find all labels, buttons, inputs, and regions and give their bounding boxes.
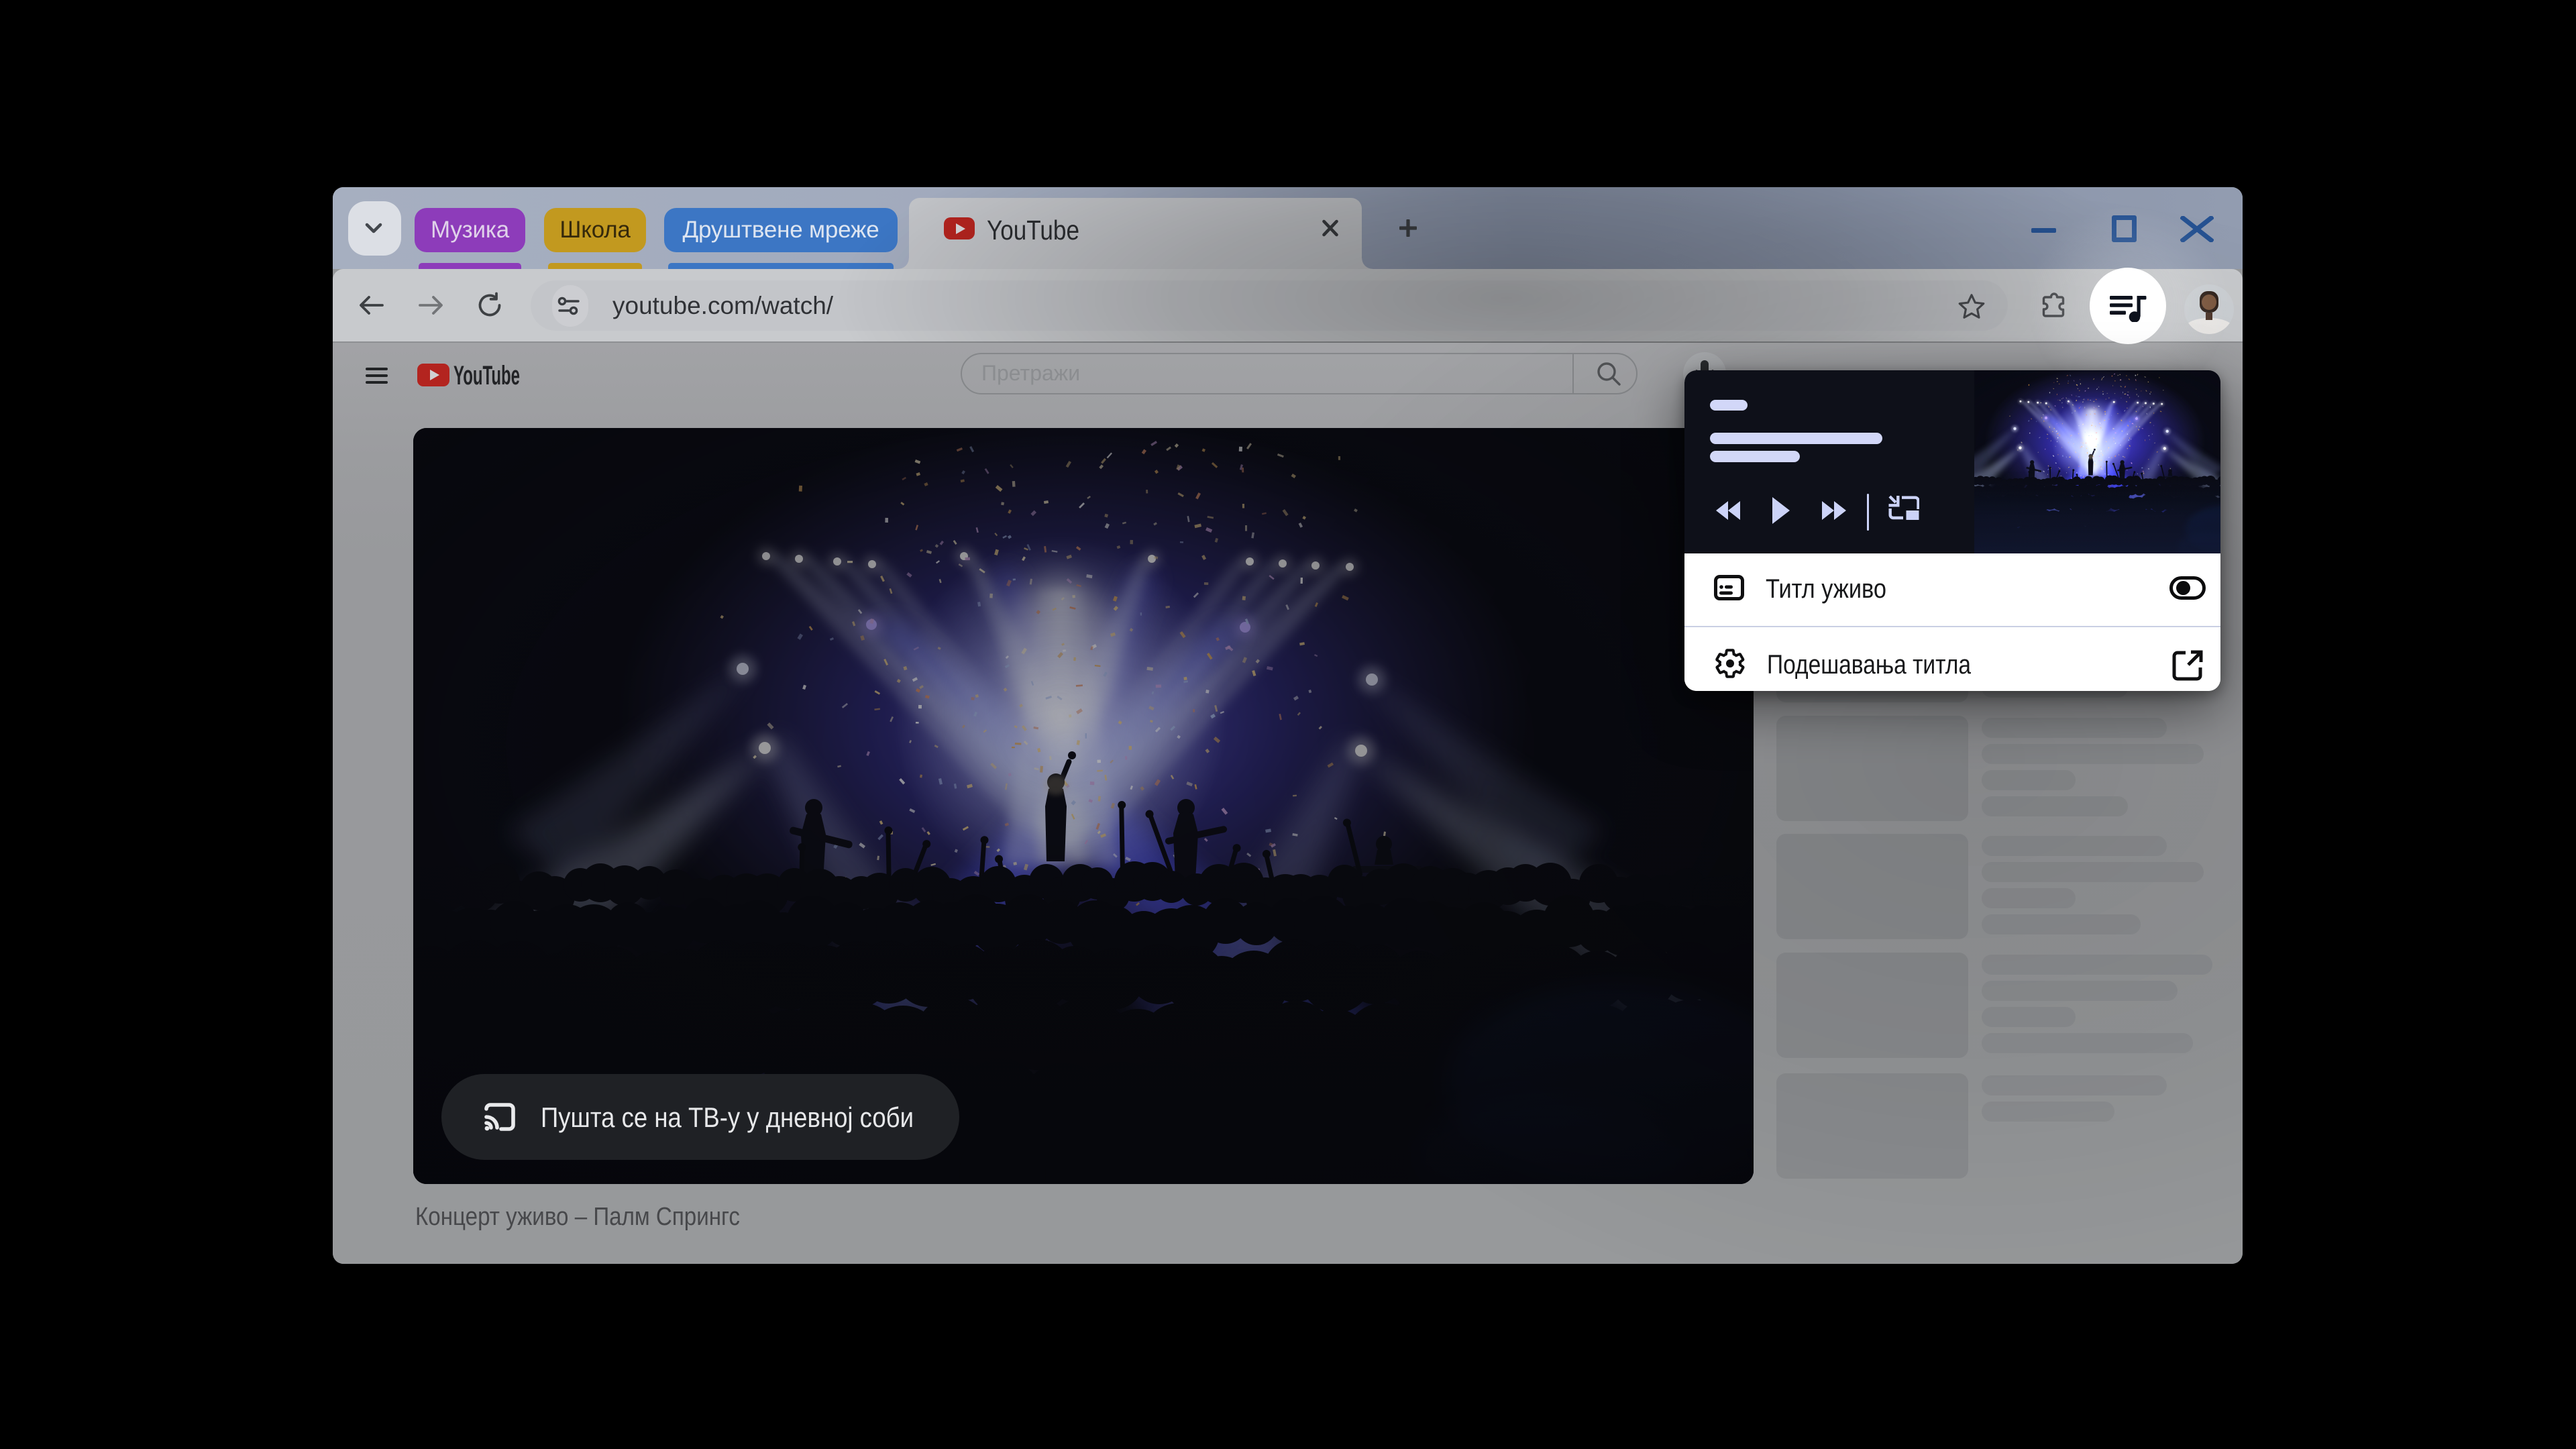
svg-text:Концерт уживо – Палм Спрингс: Концерт уживо – Палм Спрингс [415, 1203, 740, 1231]
svg-text:Титл уживо: Титл уживо [1766, 574, 1886, 604]
svg-text:Подешавања титла: Подешавања титла [1767, 650, 1972, 680]
svg-text:Пушта се на ТВ-у у дневној соб: Пушта се на ТВ-у у дневној соби [541, 1102, 914, 1133]
svg-text:YouTube: YouTube [453, 361, 520, 390]
svg-text:YouTube: YouTube [987, 215, 1079, 246]
